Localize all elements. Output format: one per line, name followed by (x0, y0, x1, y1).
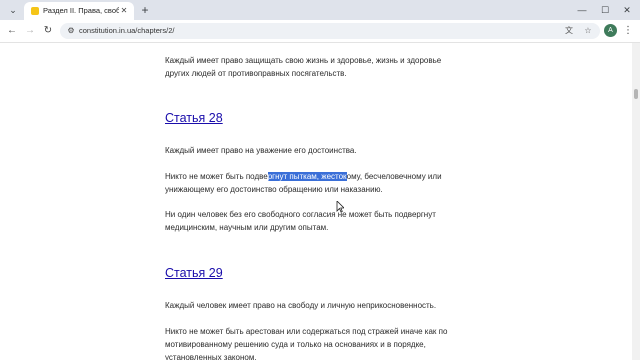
translate-icon[interactable]: 文 (563, 25, 575, 37)
article-28-paragraph-2: Никто не может быть подвергнут пыткам, ж… (165, 170, 465, 196)
new-tab-button[interactable]: + (139, 3, 151, 17)
maximize-icon[interactable]: ☐ (597, 2, 613, 18)
article-28-heading[interactable]: Статья 28 (165, 110, 223, 126)
browser-tab-active[interactable]: Раздел II. Права, свободы и о ✕ (24, 2, 134, 20)
window-close-icon[interactable]: ✕ (619, 2, 635, 18)
browser-menu-icon[interactable]: ⋮ (622, 23, 634, 39)
page-viewport: Каждый имеет право защищать свою жизнь и… (0, 43, 632, 360)
site-info-icon[interactable]: ⚙ (65, 25, 77, 37)
paragraph-text: Никто не может быть подве (165, 172, 268, 181)
url-text[interactable]: constitution.in.ua/chapters/2/ (79, 25, 174, 37)
tab-strip: ⌄ Раздел II. Права, свободы и о ✕ + — ☐ … (0, 0, 640, 20)
bookmark-star-icon[interactable]: ☆ (582, 25, 594, 37)
forward-icon[interactable]: → (22, 23, 38, 39)
reload-icon[interactable]: ↻ (40, 23, 56, 39)
article-29-paragraph-2: Никто не может быть арестован или содерж… (165, 327, 448, 360)
tab-search-icon[interactable]: ⌄ (6, 4, 20, 17)
tab-title: Раздел II. Права, свободы и о (43, 6, 119, 15)
paragraph-intro: Каждый имеет право защищать свою жизнь и… (165, 56, 442, 78)
mouse-cursor-icon (336, 201, 344, 213)
article-28-paragraph-3: Ни один человек без его свободного согла… (165, 210, 436, 232)
article-29-paragraph-1: Каждый человек имеет право на свободу и … (165, 301, 437, 310)
selected-text: ргнут пыткам, жесток (267, 172, 347, 181)
close-tab-icon[interactable]: ✕ (119, 5, 129, 17)
favicon-icon (31, 7, 39, 15)
article-29-heading[interactable]: Статья 29 (165, 265, 223, 281)
vertical-scrollbar[interactable] (632, 43, 640, 360)
profile-avatar[interactable]: A (604, 24, 617, 37)
address-bar[interactable]: ⚙ constitution.in.ua/chapters/2/ 文 ☆ (60, 23, 600, 39)
browser-toolbar: ← → ↻ ⚙ constitution.in.ua/chapters/2/ 文… (0, 20, 640, 43)
back-icon[interactable]: ← (4, 23, 20, 39)
minimize-icon[interactable]: — (574, 2, 590, 18)
article-28-paragraph-1: Каждый имеет право на уважение его досто… (165, 146, 357, 155)
scrollbar-thumb[interactable] (634, 89, 638, 99)
